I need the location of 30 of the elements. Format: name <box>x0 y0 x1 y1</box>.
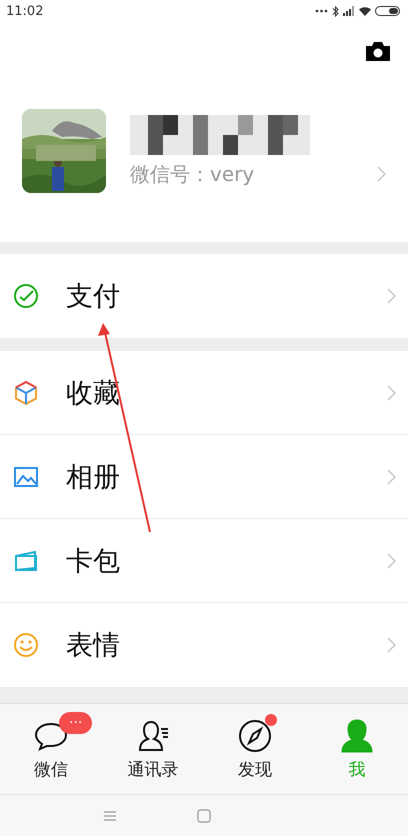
person-icon <box>339 718 375 754</box>
chevron-icon[interactable] <box>377 166 386 182</box>
menu-item[interactable]: 卡包 <box>0 519 408 603</box>
menu-icon[interactable] <box>103 810 117 822</box>
camera-icon[interactable] <box>364 40 392 62</box>
more-icon <box>315 9 328 13</box>
status-time: 11:02 <box>6 4 44 18</box>
wechat-id: 微信号：very <box>130 160 254 188</box>
menu-item[interactable]: 表情 <box>0 603 408 687</box>
unread-badge: ··· <box>59 712 92 734</box>
chevron-icon <box>387 288 396 304</box>
compass-icon <box>237 718 273 754</box>
menu-item[interactable]: 收藏 <box>0 351 408 435</box>
smiley-icon <box>13 632 39 658</box>
menu-item[interactable]: 支付 <box>0 254 408 338</box>
signal-icon <box>343 6 355 16</box>
wifi-icon <box>359 6 371 16</box>
chevron-icon <box>387 468 396 484</box>
check-circle-icon <box>13 283 39 309</box>
chevron-icon <box>387 552 396 568</box>
tab[interactable]: 发现 <box>204 704 306 794</box>
menu-item[interactable]: 相册 <box>0 435 408 519</box>
chevron-icon <box>387 637 396 653</box>
bluetooth-icon <box>332 6 339 16</box>
battery-icon <box>375 6 400 16</box>
home-icon[interactable] <box>197 808 211 822</box>
tab[interactable]: ··· 微信 <box>0 704 102 794</box>
cube-icon <box>13 380 39 406</box>
tab[interactable]: 通讯录 <box>102 704 204 794</box>
chevron-icon <box>387 384 396 400</box>
